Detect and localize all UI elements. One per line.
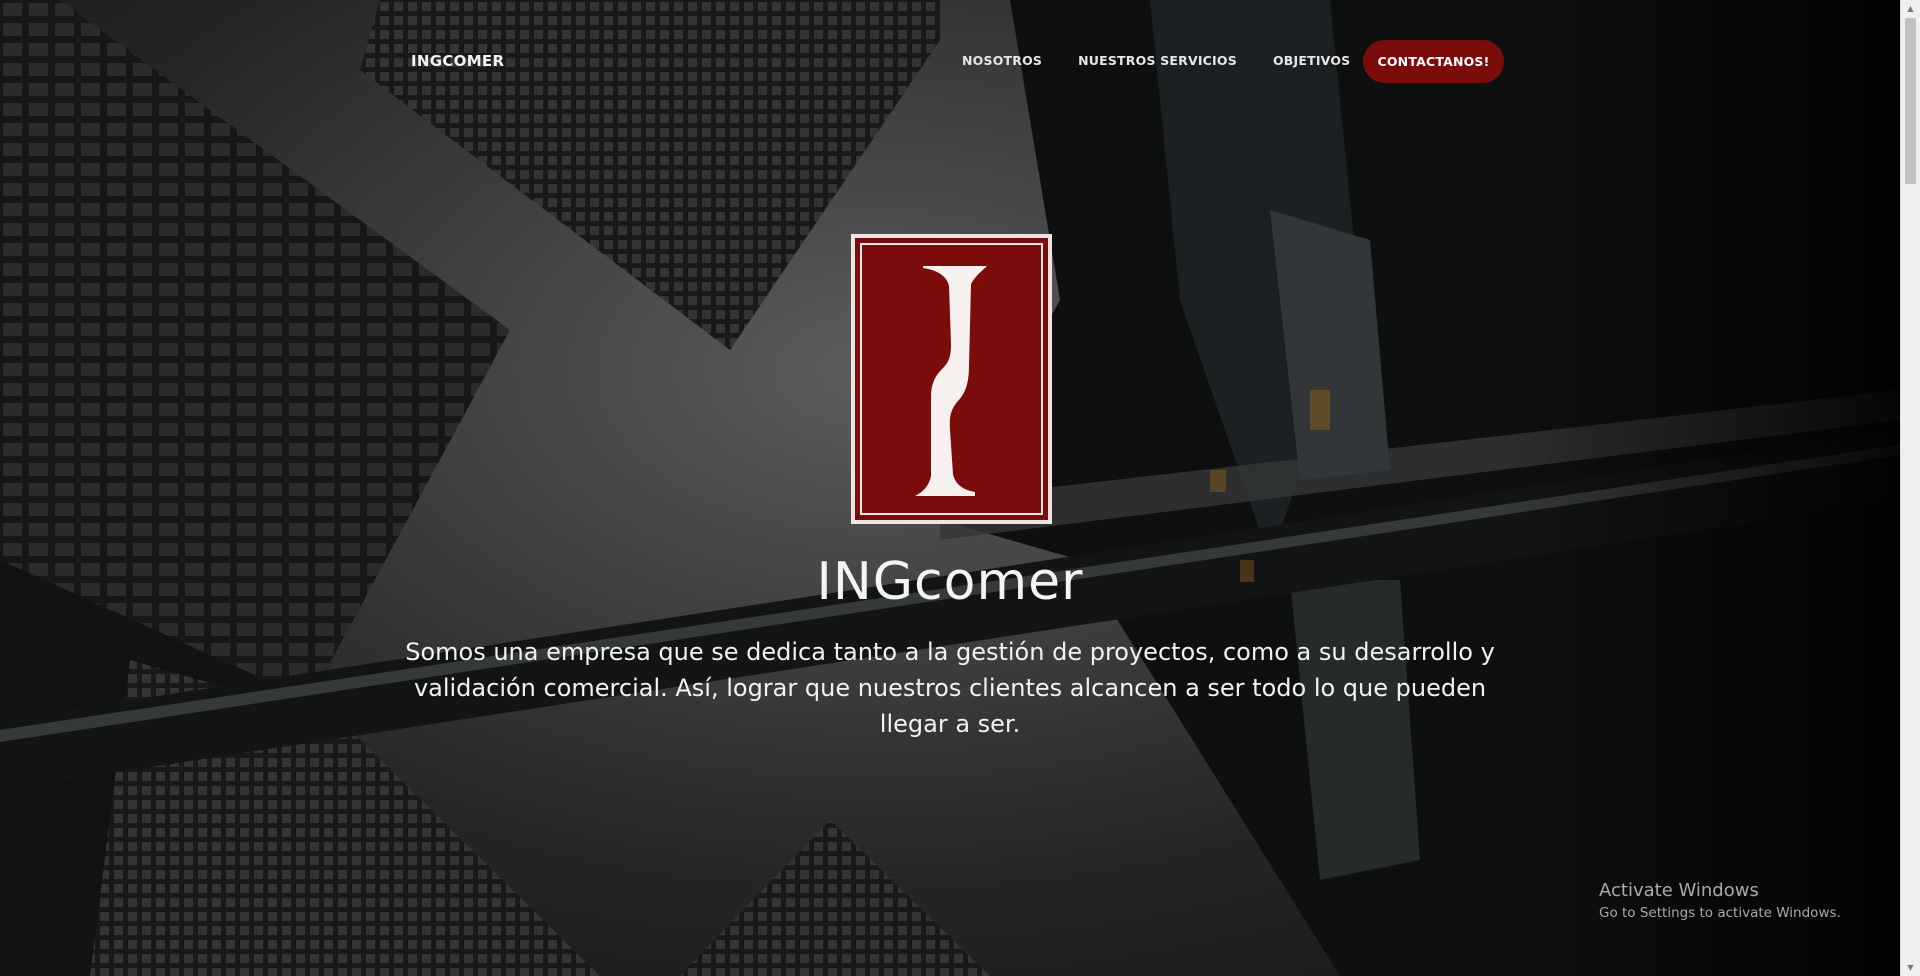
page-scrollbar[interactable]: ▲ ▼ — [1900, 0, 1920, 976]
watermark-subtitle: Go to Settings to activate Windows. — [1599, 905, 1841, 921]
nav-link-nosotros[interactable]: NOSOTROS — [962, 49, 1042, 73]
windows-activation-watermark: Activate Windows Go to Settings to activ… — [1599, 880, 1841, 921]
nav-link-objetivos[interactable]: OBJETIVOS — [1273, 49, 1350, 73]
watermark-title: Activate Windows — [1599, 880, 1759, 901]
hero-description: Somos una empresa que se dedica tanto a … — [405, 638, 1495, 738]
scroll-up-arrow-icon[interactable]: ▲ — [1901, 0, 1920, 17]
hero-section: INGCOMER NOSOTROS NUESTROS SERVICIOS OBJ… — [0, 0, 1900, 976]
brand-link[interactable]: INGCOMER — [411, 52, 504, 70]
main-nav: NOSOTROS NUESTROS SERVICIOS OBJETIVOS — [962, 49, 1386, 73]
letter-i-logo-icon — [851, 234, 1052, 524]
scroll-down-arrow-icon[interactable]: ▼ — [1901, 959, 1920, 976]
scrollbar-thumb[interactable] — [1905, 18, 1916, 184]
hero-title: INGcomer — [816, 552, 1084, 612]
nav-link-servicios[interactable]: NUESTROS SERVICIOS — [1078, 49, 1237, 73]
contact-button[interactable]: CONTACTANOS! — [1363, 40, 1504, 83]
